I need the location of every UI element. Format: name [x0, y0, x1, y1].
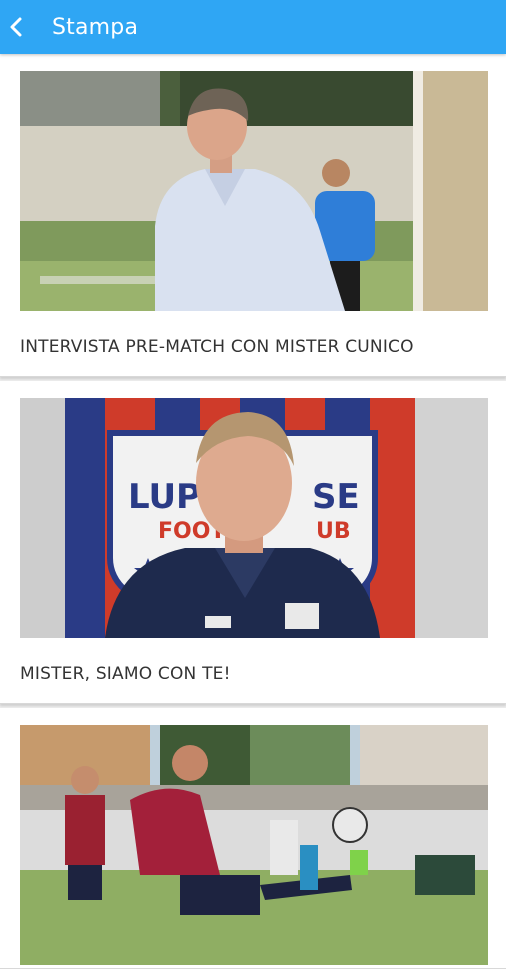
article-card[interactable]: LUP SE FOOT UB MISTER, SIAMO CON TE!: [0, 381, 506, 704]
crest-text-2b: UB: [316, 519, 351, 544]
article-title: INTERVISTA PRE-MATCH CON MISTER CUNICO: [20, 337, 414, 357]
article-image: LUP SE FOOT UB: [20, 398, 488, 638]
article-card[interactable]: [0, 708, 506, 969]
back-button[interactable]: [0, 0, 32, 54]
page-title: Stampa: [52, 14, 139, 40]
article-title: MISTER, SIAMO CON TE!: [20, 664, 231, 684]
app-bar: Stampa: [0, 0, 506, 54]
article-card[interactable]: INTERVISTA PRE-MATCH CON MISTER CUNICO: [0, 54, 506, 377]
article-image: [20, 71, 488, 311]
chevron-left-icon: [10, 17, 22, 37]
crest-text-1: LUP: [128, 477, 201, 517]
article-image: [20, 725, 488, 965]
crest-text-1b: SE: [312, 477, 360, 517]
